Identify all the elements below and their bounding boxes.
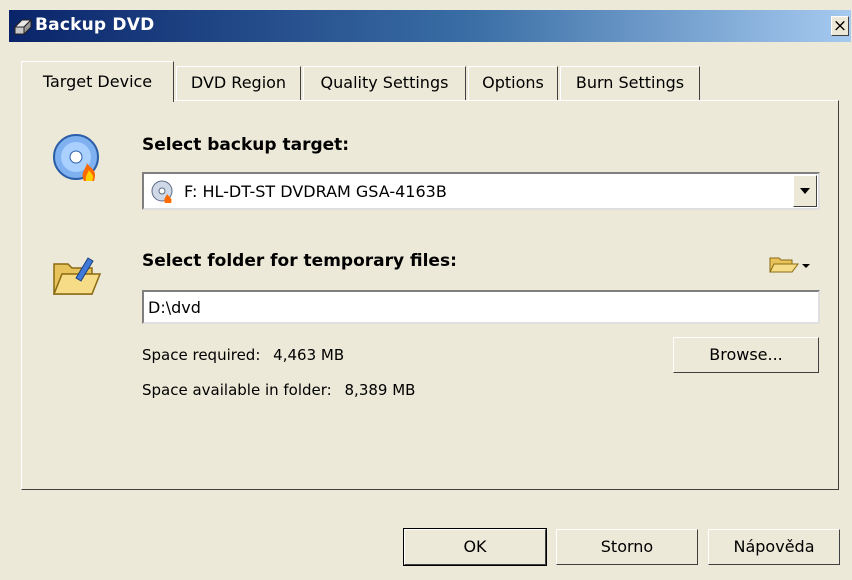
space-required-row: Space required: 4,463 MB <box>142 346 344 364</box>
tab-dvd-region[interactable]: DVD Region <box>176 66 301 100</box>
tab-options[interactable]: Options <box>468 66 558 100</box>
tab-target-device[interactable]: Target Device <box>21 61 174 102</box>
title-bar[interactable]: Backup DVD × <box>9 10 851 42</box>
disc-burn-icon <box>53 134 99 181</box>
selected-device-text: F: HL-DT-ST DVDRAM GSA-4163B <box>184 182 447 201</box>
space-available-row: Space available in folder: 8,389 MB <box>142 381 415 399</box>
optical-drive-icon <box>151 180 173 203</box>
folder-dropdown-icon <box>769 257 810 273</box>
temp-folder-heading: Select folder for temporary files: <box>142 251 457 271</box>
backup-dvd-dialog: Backup DVD × Target Device DVD Region Qu… <box>0 0 852 580</box>
dropdown-arrow-button[interactable] <box>793 175 817 207</box>
ok-button[interactable]: OK <box>403 528 547 566</box>
help-button[interactable]: Nápověda <box>708 529 840 565</box>
dvd-backup-icon <box>13 18 33 36</box>
temp-folder-input[interactable]: D:\dvd <box>142 290 820 324</box>
chevron-down-icon <box>800 188 810 194</box>
browse-button[interactable]: Browse... <box>673 337 819 373</box>
space-required-label: Space required: <box>142 346 261 364</box>
close-button[interactable]: × <box>831 16 849 36</box>
tab-quality-settings[interactable]: Quality Settings <box>303 66 466 100</box>
space-required-value: 4,463 MB <box>273 346 345 364</box>
cancel-button[interactable]: Storno <box>556 529 698 565</box>
folder-menu-button[interactable] <box>766 250 822 276</box>
folder-open-icon <box>52 257 102 295</box>
space-available-value: 8,389 MB <box>344 381 416 399</box>
space-available-label: Space available in folder: <box>142 381 332 399</box>
close-icon: × <box>832 16 848 36</box>
backup-target-heading: Select backup target: <box>142 135 350 155</box>
tab-burn-settings[interactable]: Burn Settings <box>560 66 700 100</box>
window-title: Backup DVD <box>35 15 155 35</box>
backup-target-select[interactable]: F: HL-DT-ST DVDRAM GSA-4163B <box>142 172 820 210</box>
